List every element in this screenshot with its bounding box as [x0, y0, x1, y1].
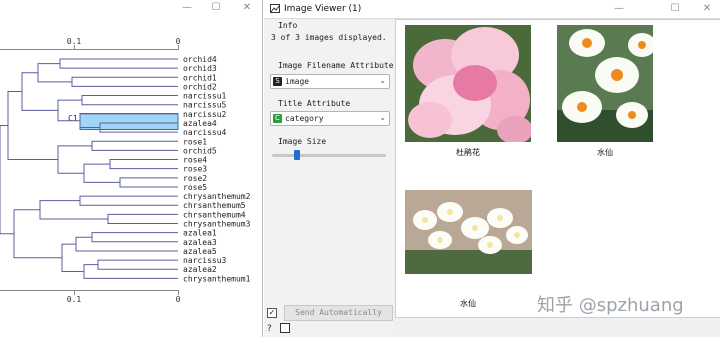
- axis-tick-top-0.1: 0.1: [67, 37, 82, 46]
- dendrogram-branch: [61, 243, 84, 273]
- dendrogram-branch: [39, 200, 108, 220]
- dendrogram-branch: [107, 213, 178, 225]
- help-icon[interactable]: ?: [267, 324, 272, 334]
- send-automatically-checkbox[interactable]: ✓: [267, 308, 277, 318]
- dendrogram-branch: [21, 72, 58, 111]
- axis-tick-bottom-0: 0: [176, 295, 181, 304]
- maximize-button[interactable]: ☐: [668, 3, 682, 15]
- dendrogram-branch: [7, 91, 58, 161]
- title-attr-value: category: [285, 114, 324, 123]
- leaf-label[interactable]: rose5: [183, 183, 207, 192]
- send-automatically-button[interactable]: Send Automatically: [284, 305, 393, 321]
- leaf-label[interactable]: azalea3: [183, 238, 217, 247]
- leaf-label[interactable]: rose3: [183, 165, 207, 174]
- image-viewer-app-icon: [270, 4, 280, 13]
- image-viewer-window: Image Viewer (1) — ☐ ✕ Info 3 of 3 image…: [264, 0, 720, 337]
- leaf-label[interactable]: narcissu1: [183, 92, 227, 101]
- info-header: Info: [278, 21, 298, 30]
- leaf-label[interactable]: orchid4: [183, 55, 217, 64]
- dendrogram-branch: [81, 95, 178, 106]
- save-icon[interactable]: [280, 323, 290, 333]
- leaf-label[interactable]: azalea2: [183, 265, 217, 274]
- dendrogram-branch: [75, 236, 178, 252]
- dendrogram-branches: [0, 58, 178, 279]
- narcissus-image[interactable]: [557, 25, 653, 142]
- control-panel: Info 3 of 3 images displayed. Image File…: [264, 19, 394, 337]
- chevron-down-icon: ⌄: [379, 76, 386, 85]
- leaf-label[interactable]: rose4: [183, 156, 207, 165]
- image-size-slider[interactable]: [272, 154, 386, 157]
- leaf-label[interactable]: narcissu4: [183, 128, 227, 137]
- image-gallery[interactable]: 杜鹃花 水仙 水仙: [395, 19, 720, 318]
- leaf-label[interactable]: orchid3: [183, 64, 217, 73]
- leaf-label[interactable]: narcissu5: [183, 101, 227, 110]
- image-caption: 杜鹃花: [456, 148, 480, 157]
- dendrogram-branch: [13, 209, 62, 259]
- filename-attr-value: image: [285, 77, 310, 86]
- status-strip: [395, 318, 720, 337]
- leaf-label[interactable]: rose2: [183, 174, 207, 183]
- leaf-label[interactable]: orchid5: [183, 146, 217, 155]
- categorical-var-icon: C: [273, 114, 282, 123]
- leaf-label[interactable]: chrysanthemum1: [183, 274, 251, 283]
- dendrogram-branch: [79, 195, 178, 206]
- dendrogram-branch: [59, 58, 178, 69]
- leaf-label[interactable]: orchid2: [183, 82, 217, 91]
- window-title: Image Viewer (1): [284, 4, 362, 14]
- info-text: 3 of 3 images displayed.: [271, 33, 387, 42]
- azalea-petals: [408, 27, 531, 142]
- leaf-label[interactable]: chrysanthemum2: [183, 192, 251, 201]
- dendrogram-branch: [71, 76, 178, 87]
- filename-attr-label: Image Filename Attribute: [278, 61, 394, 70]
- dendrogram-branch: [0, 125, 14, 235]
- leaf-label[interactable]: azalea5: [183, 247, 217, 256]
- dendrogram-window: — ☐ ✕ 0.1 0 0.1 0 C1 orchid4 orchid3 orchi…: [0, 0, 263, 337]
- dendrogram-branch: [91, 140, 178, 151]
- axis-tick-top-0: 0: [176, 37, 181, 46]
- leaf-label[interactable]: chrysanthemum3: [183, 220, 251, 229]
- leaf-label[interactable]: azalea1: [183, 229, 217, 238]
- azalea-image[interactable]: [405, 25, 531, 142]
- axis-tick-bottom-0.1: 0.1: [67, 295, 82, 304]
- string-var-icon: S: [273, 77, 282, 86]
- dendrogram-branch: [37, 63, 72, 83]
- dendrogram-branch: [91, 232, 178, 243]
- leaf-label[interactable]: azalea4: [183, 119, 217, 128]
- image-size-slider-handle[interactable]: [294, 150, 300, 160]
- image-caption: 水仙: [460, 299, 476, 308]
- close-button[interactable]: ✕: [700, 3, 714, 15]
- cluster-label: C1: [68, 114, 78, 123]
- watermark: 知乎 @spzhuang: [537, 295, 684, 316]
- leaf-label[interactable]: chrsanthemum5: [183, 201, 246, 210]
- leaf-label[interactable]: narcissu2: [183, 110, 227, 119]
- dendrogram-branch: [97, 259, 178, 270]
- dendrogram-branch: [57, 145, 92, 174]
- dendrogram-branch: [83, 163, 120, 183]
- minimize-button[interactable]: —: [612, 3, 626, 15]
- dendrogram-branch: [109, 159, 178, 170]
- filename-attr-select[interactable]: S image ⌄: [270, 74, 390, 89]
- dendrogram-chart[interactable]: 0.1 0 0.1 0 C1 orchid4orchid3orchid1orch…: [0, 0, 262, 337]
- chevron-down-icon: ⌄: [379, 113, 386, 122]
- image-size-label: Image Size: [278, 137, 327, 146]
- leaf-label[interactable]: orchid1: [183, 73, 217, 82]
- leaf-labels: orchid4orchid3orchid1orchid2narcissu1nar…: [183, 55, 251, 283]
- leaf-label[interactable]: rose1: [183, 137, 207, 146]
- dendrogram-branch: [119, 177, 178, 188]
- leaf-label[interactable]: narcissu3: [183, 256, 227, 265]
- leaf-label[interactable]: chrsanthemum4: [183, 210, 246, 219]
- image-caption: 水仙: [597, 148, 613, 157]
- image-viewer-titlebar: Image Viewer (1) — ☐ ✕: [264, 0, 720, 19]
- narcissus-cluster-image[interactable]: [405, 190, 532, 274]
- title-attr-label: Title Attribute: [278, 99, 351, 108]
- title-attr-select[interactable]: C category ⌄: [270, 111, 390, 126]
